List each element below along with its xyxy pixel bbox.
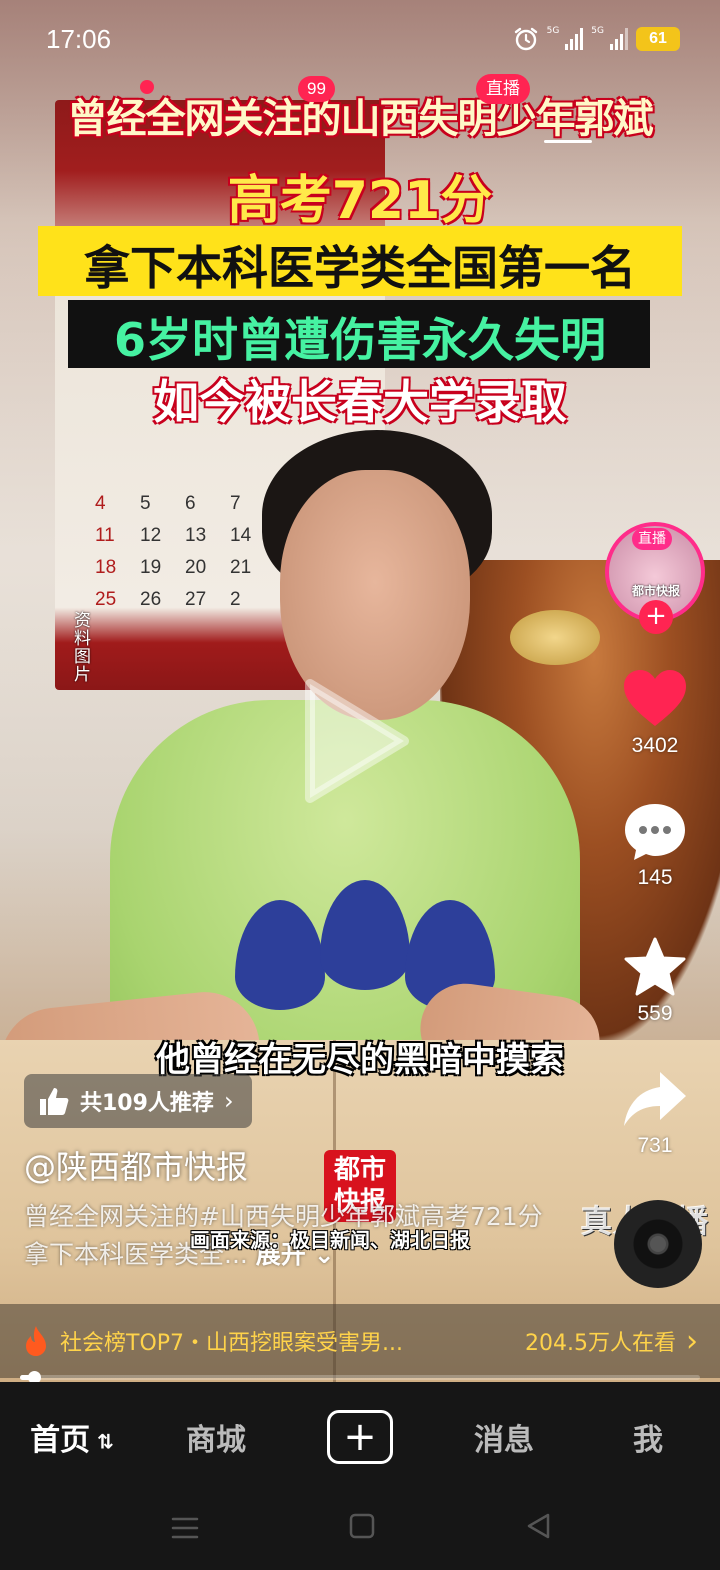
- nav-me[interactable]: 我: [576, 1415, 720, 1459]
- nav-create[interactable]: +: [288, 1410, 432, 1464]
- calendar-date: 20: [185, 557, 207, 578]
- comment-icon: [625, 804, 685, 860]
- battery-icon: 61: [636, 27, 680, 51]
- calendar-date: 19: [140, 557, 162, 578]
- status-bar: 17:06 5G 5G 61: [0, 0, 720, 80]
- caption-line-5: 如今被长春大学录取: [153, 375, 567, 429]
- share-button[interactable]: 731: [610, 1068, 700, 1158]
- chevron-right-icon: ›: [223, 1087, 234, 1115]
- caption-line-3: 拿下本科医学类全国第一名: [84, 241, 636, 295]
- signal-label-1: 5G: [546, 26, 560, 36]
- chevron-right-icon: ›: [686, 1323, 698, 1359]
- calendar-row: 25 26 27 2: [95, 584, 305, 616]
- comment-count: 145: [637, 866, 673, 889]
- calendar-date: 12: [140, 525, 162, 546]
- star-icon: [624, 937, 686, 996]
- fire-icon: [26, 1326, 46, 1356]
- nav-home[interactable]: 首页 ⇅: [0, 1415, 144, 1459]
- video-progress-bar[interactable]: [20, 1371, 700, 1384]
- favorite-button[interactable]: 559: [610, 936, 700, 1026]
- status-icons: 5G 5G 61: [513, 26, 680, 52]
- calendar-date: 4: [95, 493, 106, 514]
- calendar-date: 11: [95, 525, 115, 546]
- home-square-icon[interactable]: [348, 1512, 376, 1540]
- live-badge[interactable]: 直播: [476, 74, 530, 104]
- back-triangle-icon[interactable]: [524, 1512, 552, 1540]
- share-count: 731: [637, 1134, 673, 1157]
- author-name[interactable]: @陕西都市快报: [24, 1142, 248, 1188]
- like-count: 3402: [631, 734, 679, 757]
- status-time: 17:06: [46, 24, 112, 54]
- caption-line-1: 曾经全网关注的山西失明少年郭斌: [67, 96, 654, 142]
- calendar-date: 13: [185, 525, 207, 546]
- nav-mall[interactable]: 商城: [144, 1415, 288, 1459]
- recommend-pill[interactable]: 共109人推荐 ›: [24, 1074, 252, 1128]
- caption-line-4: 6岁时曾遭伤害永久失明: [113, 313, 606, 367]
- comment-button[interactable]: 145: [610, 800, 700, 890]
- calendar-date: 18: [95, 557, 117, 578]
- recommend-label: 共109人推荐: [80, 1091, 214, 1116]
- swap-icon: ⇅: [90, 1429, 114, 1454]
- play-icon[interactable]: [302, 676, 412, 806]
- caption-line-2: 高考721分: [227, 171, 493, 231]
- calendar-date: 6: [185, 493, 196, 514]
- thumbs-up-icon: [40, 1088, 69, 1115]
- music-disc-icon[interactable]: [614, 1200, 702, 1288]
- alarm-icon: [514, 27, 537, 51]
- follow-button[interactable]: +: [639, 600, 673, 634]
- like-button[interactable]: 3402: [610, 668, 700, 758]
- calendar-date: 25: [95, 589, 117, 610]
- add-icon: +: [327, 1410, 393, 1464]
- archive-image-note: 资料图片: [74, 611, 91, 685]
- trending-title: 社会榜TOP7・山西挖眼案受害男...: [60, 1331, 403, 1356]
- system-nav-bar: [0, 1492, 720, 1570]
- calendar-date: 2: [230, 589, 241, 610]
- trending-viewers: 204.5万人在看: [525, 1331, 676, 1356]
- notification-count-badge[interactable]: 99: [298, 76, 335, 102]
- active-tab-indicator: [544, 140, 592, 143]
- signal-1-icon: [565, 28, 584, 50]
- favorite-count: 559: [637, 1002, 673, 1025]
- footage-source: 画面来源：极目新闻、湖北日报: [190, 1228, 470, 1252]
- notification-dot: [140, 80, 154, 94]
- bottom-nav: 首页 ⇅ 商城 + 消息 我: [0, 1382, 720, 1492]
- trending-bar[interactable]: 社会榜TOP7・山西挖眼案受害男... 204.5万人在看 ›: [0, 1304, 720, 1378]
- nav-messages[interactable]: 消息: [432, 1415, 576, 1459]
- menu-icon[interactable]: [170, 1514, 200, 1542]
- calendar-date: 27: [185, 589, 207, 610]
- nav-home-label: 首页: [30, 1423, 91, 1458]
- live-creator-name: 都市快报: [631, 584, 680, 598]
- signal-2-icon: [610, 28, 628, 50]
- chair-ornament: [510, 610, 600, 665]
- signal-label-2: 5G: [591, 26, 604, 36]
- calendar-date: 5: [140, 493, 151, 514]
- heart-icon: [624, 670, 686, 726]
- calendar-date: 26: [140, 589, 162, 610]
- live-tag: 直播: [632, 528, 672, 550]
